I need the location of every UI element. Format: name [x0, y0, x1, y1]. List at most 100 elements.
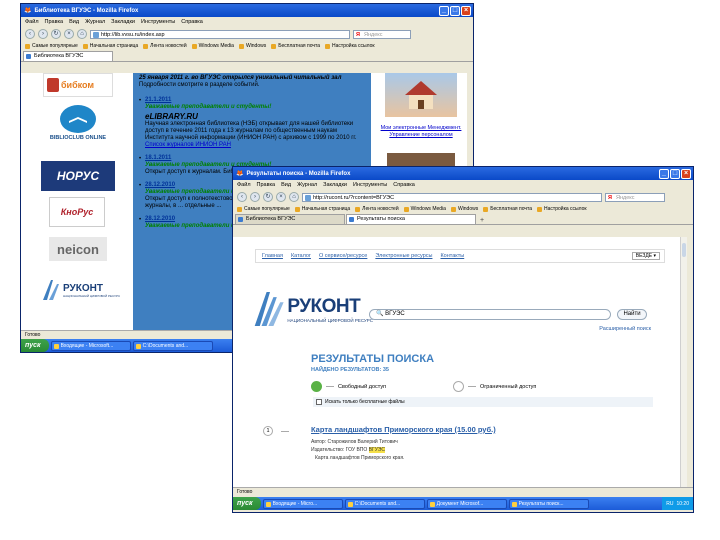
free-only-checkbox[interactable]: [316, 399, 322, 405]
advanced-search-link[interactable]: Расширенный поиск: [581, 326, 651, 332]
home-icon[interactable]: ⌂: [289, 192, 299, 202]
back-arrow-icon[interactable]: ‹: [237, 192, 247, 202]
forward-arrow-icon[interactable]: ›: [38, 29, 48, 39]
rukont-feather-icon: [254, 291, 284, 327]
menu-bookmarks[interactable]: Закладки: [323, 182, 347, 188]
menu-file[interactable]: Файл: [237, 182, 251, 188]
new-tab-icon[interactable]: +: [477, 217, 487, 224]
logo-neicon[interactable]: neicon: [49, 237, 107, 261]
scrollbar-thumb[interactable]: [682, 243, 686, 257]
back-title-bar[interactable]: 🦊 Библиотека ВГУЭС - Mozilla Firefox _ □…: [21, 4, 473, 17]
start-button[interactable]: пуск: [21, 339, 49, 352]
site-nav-home[interactable]: Главная: [262, 253, 283, 259]
back-arrow-icon[interactable]: ‹: [25, 29, 35, 39]
close-button[interactable]: ×: [461, 5, 471, 16]
bookmark-item[interactable]: Windows: [239, 43, 266, 49]
site-nav-eresources[interactable]: Электронные ресурсы: [375, 253, 432, 259]
reload-icon[interactable]: ↻: [51, 29, 61, 39]
bookmark-item[interactable]: Windows Media: [404, 206, 446, 212]
bookmark-item[interactable]: Windows Media: [192, 43, 234, 49]
bookmark-item[interactable]: Настройка ссылок: [325, 43, 375, 49]
bookmark-item[interactable]: Настройка ссылок: [537, 206, 587, 212]
bookmark-item[interactable]: Бесплатная почта: [271, 43, 320, 49]
system-tray: RU 10:20: [662, 497, 693, 510]
firefox-icon: 🦊: [24, 8, 32, 14]
menu-tools[interactable]: Инструменты: [353, 182, 387, 188]
logo-norus[interactable]: НОРУС: [41, 161, 115, 191]
stop-icon[interactable]: ×: [64, 29, 74, 39]
home-icon[interactable]: ⌂: [77, 29, 87, 39]
bullet-icon: •: [139, 156, 142, 162]
bookmark-item[interactable]: Бесплатная почта: [483, 206, 532, 212]
find-button[interactable]: Найти: [617, 309, 647, 320]
bookmark-item[interactable]: Самые популярные: [25, 43, 78, 49]
front-title-bar[interactable]: 🦊 Результаты поиска - Mozilla Firefox _ …: [233, 167, 693, 180]
front-url-bar[interactable]: http://rucont.ru/?rcontent=ВГУЭС: [302, 192, 602, 202]
free-only-checkbox-row[interactable]: Искать только бесплатные файлы: [313, 397, 653, 407]
site-nav-catalog[interactable]: Каталог: [291, 253, 311, 259]
vertical-scrollbar[interactable]: [680, 237, 687, 487]
taskbar-item[interactable]: Документ Microsof...: [426, 498, 507, 509]
taskbar-item[interactable]: С:\Documents and...: [344, 498, 425, 509]
minimize-button[interactable]: _: [659, 168, 669, 179]
taskbar-item[interactable]: Входящие - Microsoft...: [50, 340, 131, 351]
taskbar-item[interactable]: С:\Documents and...: [132, 340, 213, 351]
logo-rukont-small[interactable]: РУКОНТ НАЦИОНАЛЬНЫЙ ЦИФРОВОЙ РЕСУРС: [41, 275, 127, 305]
logo-text: РУКОНТ: [287, 295, 361, 317]
bookmark-item[interactable]: Начальная страница: [295, 206, 350, 212]
rukont-feather-icon: [43, 280, 59, 300]
start-button[interactable]: пуск: [233, 497, 261, 510]
menu-help[interactable]: Справка: [393, 182, 415, 188]
bookmark-item[interactable]: Лента новостей: [355, 206, 398, 212]
logo-knorus[interactable]: КноРус: [49, 197, 105, 227]
back-search-box[interactable]: Яндекс: [353, 29, 411, 39]
logo-bibcom[interactable]: бибком: [43, 73, 113, 97]
back-url-bar[interactable]: http://lib.vvsu.ru/index.asp: [90, 29, 350, 39]
site-nav-contacts[interactable]: Контакты: [440, 253, 464, 259]
menu-edit[interactable]: Правка: [257, 182, 276, 188]
menu-view[interactable]: Вид: [281, 182, 291, 188]
back-nav-bar: ‹ › ↻ × ⌂ http://lib.vvsu.ru/index.asp Я…: [21, 27, 473, 41]
top-news-more: Подробности смотрите в разделе событий.: [139, 82, 260, 88]
tab-search-results[interactable]: Результаты поиска: [346, 214, 476, 224]
menu-help[interactable]: Справка: [181, 19, 203, 25]
bookmark-item[interactable]: Лента новостей: [143, 43, 186, 49]
site-search-input[interactable]: 🔍 ВГУЭС: [369, 309, 611, 320]
top-news: 25 января 2011 г. во ВГУЭС открылся уник…: [139, 75, 342, 81]
bookmark-item[interactable]: Начальная страница: [83, 43, 138, 49]
reload-icon[interactable]: ↻: [263, 192, 273, 202]
site-nav-dropdown[interactable]: ВЕЗДЕ ▾: [631, 252, 660, 260]
menu-history[interactable]: Журнал: [85, 19, 105, 25]
menu-file[interactable]: Файл: [25, 19, 39, 25]
minimize-button[interactable]: _: [439, 5, 449, 16]
right-link[interactable]: Мои электронные Менеджмент. Управление п…: [379, 125, 463, 139]
taskbar-item[interactable]: Результаты поиск...: [508, 498, 589, 509]
bullet-icon: •: [139, 183, 142, 189]
stop-icon[interactable]: ×: [276, 192, 286, 202]
front-search-box[interactable]: Яндекс: [605, 192, 665, 202]
legend-free: Свободный доступ: [311, 381, 386, 392]
site-nav-about[interactable]: О сервисе/ресурсе: [319, 253, 367, 259]
menu-history[interactable]: Журнал: [297, 182, 317, 188]
taskbar-item[interactable]: Входящие - Micro...: [262, 498, 343, 509]
tab-library[interactable]: Библиотека ВГУЭС: [23, 51, 113, 61]
menu-edit[interactable]: Правка: [45, 19, 64, 25]
logo-biblioclub[interactable]: BIBLIOCLUB ONLINE: [41, 103, 115, 153]
forward-arrow-icon[interactable]: ›: [250, 192, 260, 202]
house-image: [385, 73, 457, 117]
back-bookmarks-bar: Самые популярные Начальная страница Лент…: [21, 41, 473, 51]
maximize-button[interactable]: □: [450, 5, 460, 16]
menu-tools[interactable]: Инструменты: [141, 19, 175, 25]
elibrary-logo[interactable]: eLIBRARY.RU: [145, 112, 198, 121]
bookmark-item[interactable]: Самые популярные: [237, 206, 290, 212]
close-button[interactable]: ×: [681, 168, 691, 179]
language-indicator[interactable]: RU: [666, 501, 673, 507]
bookmark-item[interactable]: Windows: [451, 206, 478, 212]
result-title-link[interactable]: Карта ландшафтов Приморского края (15.00…: [311, 425, 496, 434]
rukont-logo[interactable]: РУКОНТ НАЦИОНАЛЬНЫЙ ЦИФРОВОЙ РЕСУРС: [253, 285, 373, 333]
result-index: 1: [263, 426, 273, 436]
tab-library[interactable]: Библиотека ВГУЭС: [235, 214, 345, 224]
menu-view[interactable]: Вид: [69, 19, 79, 25]
maximize-button[interactable]: □: [670, 168, 680, 179]
menu-bookmarks[interactable]: Закладки: [111, 19, 135, 25]
